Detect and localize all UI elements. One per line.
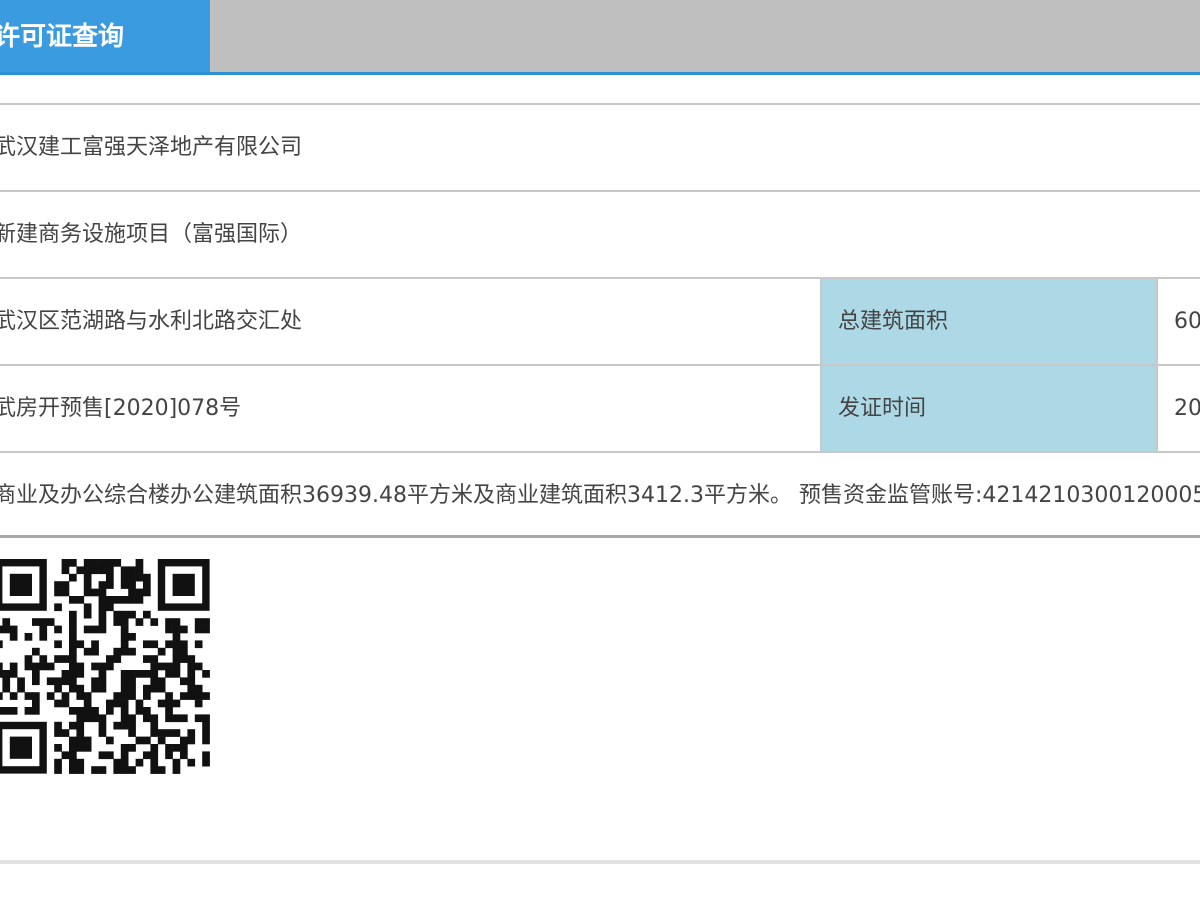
issue-date-value: 20 (1174, 396, 1200, 421)
scope-note-value: 商业及办公综合楼办公建筑面积36939.48平方米及商业建筑面积3412.3平方… (0, 483, 1200, 508)
tab-bar: 许可证查询 (0, 0, 1200, 75)
table-row-permit: 武房开预售[2020]078号 发证时间 20 (0, 364, 1200, 451)
address-value: 武汉区范湖路与水利北路交汇处 (0, 309, 303, 334)
table-row-address: 武汉区范湖路与水利北路交汇处 总建筑面积 60 (0, 277, 1200, 364)
qr-code-graphic (0, 559, 210, 774)
tab-permit-query[interactable]: 许可证查询 (0, 0, 210, 72)
permit-number-value: 武房开预售[2020]078号 (0, 396, 242, 421)
qr-code-icon (0, 556, 212, 780)
total-area-label: 总建筑面积 (820, 279, 1158, 364)
table-row-scope: 商业及办公综合楼办公建筑面积36939.48平方米及商业建筑面积3412.3平方… (0, 451, 1200, 538)
divider (0, 860, 1200, 864)
table-row-project: 新建商务设施项目（富强国际） (0, 190, 1200, 277)
total-area-value: 60 (1174, 309, 1200, 334)
developer-value: 武汉建工富强天泽地产有限公司 (0, 135, 303, 160)
permit-info-table: 武汉建工富强天泽地产有限公司 新建商务设施项目（富强国际） 武汉区范湖路与水利北… (0, 103, 1200, 538)
issue-date-label: 发证时间 (820, 366, 1158, 451)
project-name-value: 新建商务设施项目（富强国际） (0, 222, 303, 247)
table-row-developer: 武汉建工富强天泽地产有限公司 (0, 103, 1200, 190)
page: 许可证查询 武汉建工富强天泽地产有限公司 新建商务设施项目（富强国际） 武汉区范… (0, 0, 1200, 900)
